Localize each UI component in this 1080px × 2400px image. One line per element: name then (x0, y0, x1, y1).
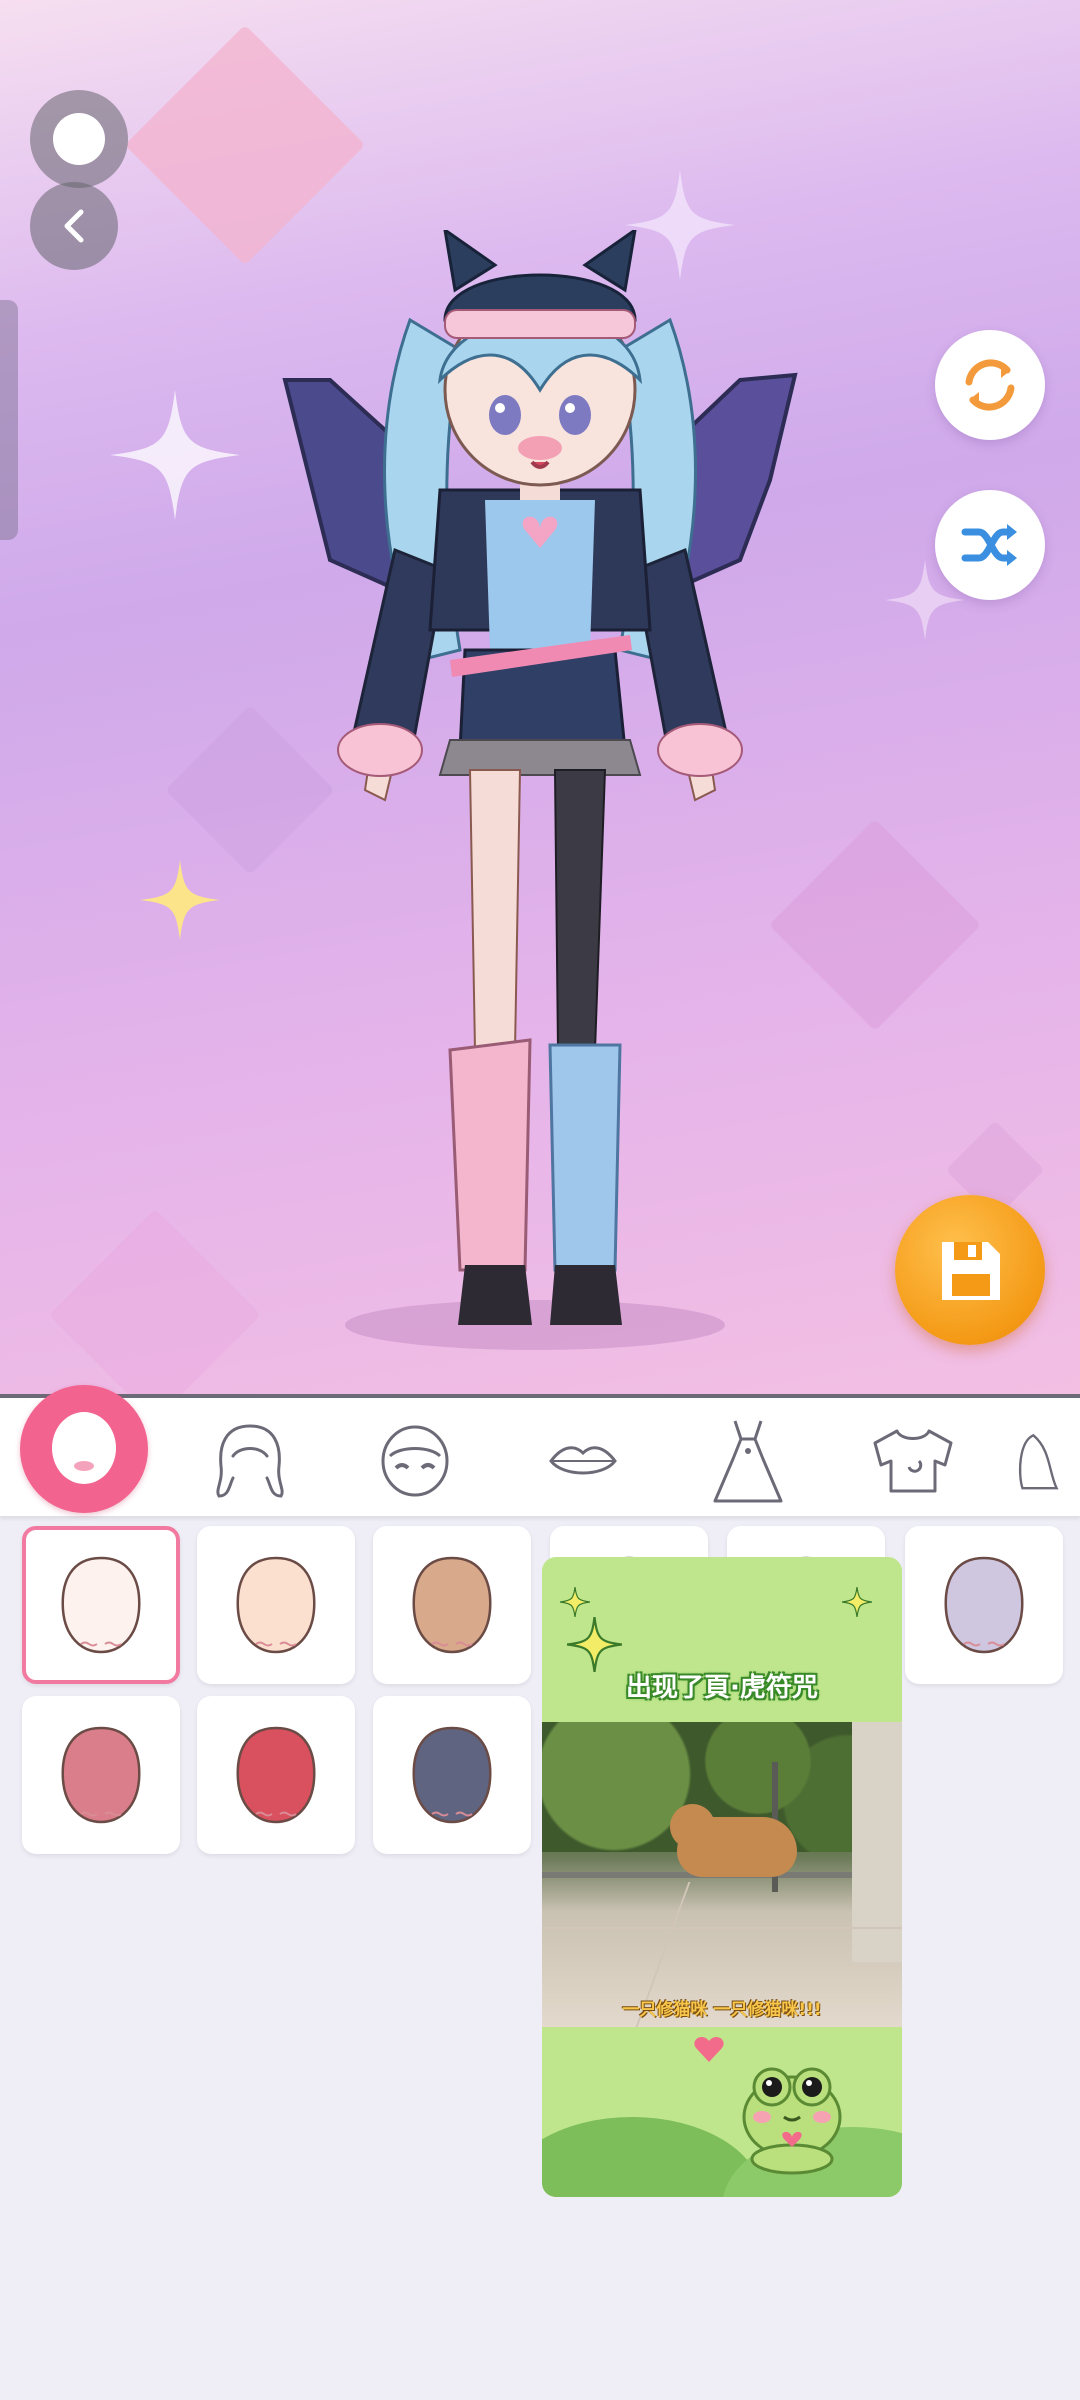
face-shape-icon (61, 1556, 141, 1654)
dot-icon (53, 113, 105, 165)
chevron-left-icon (64, 209, 84, 243)
category-hair[interactable] (185, 1406, 315, 1516)
skin-color-swatch[interactable] (197, 1526, 355, 1684)
ad-banner[interactable]: 出现了頁·虎符咒 一只修猫咪 一只修猫咪!!! (542, 1557, 902, 2197)
save-button[interactable] (895, 1195, 1045, 1345)
refresh-icon (965, 359, 1015, 411)
sparkle-icon (567, 1617, 622, 1672)
face-shape-icon (61, 1726, 141, 1824)
lips-icon (549, 1446, 617, 1475)
category-more[interactable] (1010, 1406, 1080, 1516)
face-shape-icon (236, 1726, 316, 1824)
bg-diamond (48, 1208, 262, 1394)
face-shape-icon (412, 1556, 492, 1654)
reset-button[interactable] (935, 330, 1045, 440)
side-drawer-tab[interactable] (0, 300, 18, 540)
back-button[interactable] (30, 182, 118, 270)
sparkle-icon (560, 1587, 590, 1617)
shirt-icon (873, 1429, 953, 1493)
circle-button[interactable] (30, 90, 128, 188)
category-bar (0, 1394, 1080, 1516)
skin-color-swatch[interactable] (373, 1526, 531, 1684)
shuffle-icon (961, 524, 1017, 566)
category-dress[interactable] (683, 1406, 813, 1516)
shuffle-button[interactable] (935, 490, 1045, 600)
skin-color-swatch[interactable] (905, 1526, 1063, 1684)
character-illustration (282, 230, 798, 1325)
face-shape-icon (944, 1556, 1024, 1654)
category-eyes[interactable] (350, 1406, 480, 1516)
skin-color-swatch[interactable] (22, 1696, 180, 1854)
frog-mascot-icon (742, 2067, 842, 2175)
sparkle-icon (110, 390, 240, 520)
ad-caption: 一只修猫咪 一只修猫咪!!! (622, 2000, 822, 2020)
category-face-active[interactable] (20, 1385, 148, 1513)
skin-color-swatch[interactable] (197, 1696, 355, 1854)
ad-video (542, 1722, 902, 2027)
sparkle-icon (842, 1587, 872, 1617)
hair-icon (216, 1424, 284, 1498)
heart-icon (694, 2037, 724, 2062)
skin-color-swatch[interactable] (373, 1696, 531, 1854)
category-top[interactable] (848, 1406, 978, 1516)
skin-color-swatch[interactable] (22, 1526, 180, 1684)
accessory-icon (1018, 1433, 1059, 1490)
dress-icon (713, 1420, 783, 1503)
category-lips[interactable] (518, 1406, 648, 1516)
floppy-disk-icon (942, 1242, 1000, 1300)
face-icon (52, 1412, 116, 1484)
face-eyes-icon (381, 1425, 449, 1497)
sparkle-icon (140, 860, 220, 940)
ad-title: 出现了頁·虎符咒 (626, 1673, 818, 1703)
character-stage (0, 0, 1080, 1394)
face-shape-icon (412, 1726, 492, 1824)
face-shape-icon (236, 1556, 316, 1654)
